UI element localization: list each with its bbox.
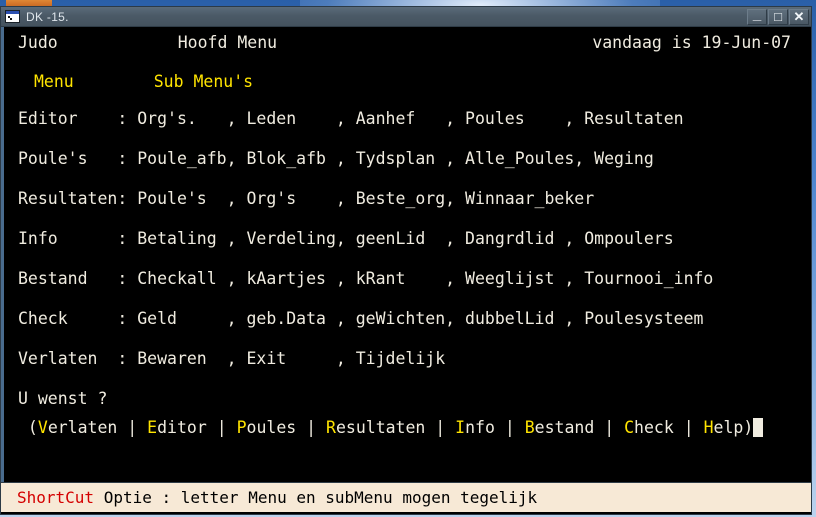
app-name: Judo: [18, 33, 58, 52]
page-title: Hoofd Menu: [177, 33, 278, 52]
menu-row[interactable]: Verlaten : Bewaren , Exit , Tijdelijk: [4, 339, 811, 379]
prompt-option-hotkey: E: [147, 418, 158, 437]
window-titlebar[interactable]: DK -15. _ □ ✕: [1, 7, 811, 27]
application-window: DK -15. _ □ ✕ Judo Hoofd Menu vandaag is 1…: [0, 6, 812, 515]
prompt-separator: |: [425, 418, 456, 437]
text-cursor: [753, 418, 764, 437]
column-header-submenu: Sub Menu's: [153, 72, 254, 91]
menu-grid: Editor : Org's. , Leden , Aanhef , Poule…: [4, 99, 811, 379]
maximize-icon: □: [774, 8, 782, 24]
prompt-separator: |: [206, 418, 237, 437]
status-shortcut-label: ShortCut: [17, 488, 95, 507]
menu-row[interactable]: Resultaten: Poule's , Org's , Beste_org,…: [4, 179, 811, 219]
prompt-options[interactable]: (Verlaten | Editor | Poules | Resultaten…: [4, 413, 811, 443]
prompt-option-estand[interactable]: Bestand: [525, 418, 595, 437]
prompt-option-hotkey: B: [524, 418, 535, 437]
prompt-option-label: nfo: [465, 418, 495, 437]
prompt-option-label: elp: [713, 418, 744, 437]
prompt-option-hotkey: I: [455, 418, 466, 437]
prompt-option-label: oules: [246, 418, 297, 437]
prompt-separator: |: [673, 418, 704, 437]
prompt-separator: |: [117, 418, 148, 437]
prompt-separator: |: [494, 418, 525, 437]
prompt-separator: |: [296, 418, 327, 437]
prompt-option-label: erlaten: [47, 418, 118, 437]
prompt-option-label: estand: [534, 418, 595, 437]
terminal-screen[interactable]: Judo Hoofd Menu vandaag is 19-Jun-07 Menu S…: [1, 27, 811, 482]
prompt-option-label: esultaten: [335, 418, 426, 437]
prompt-question: U wenst ?: [18, 389, 108, 408]
menu-row[interactable]: Bestand : Checkall , kAartjes , kRant , …: [4, 259, 811, 299]
prompt-option-ditor[interactable]: Editor: [147, 418, 207, 437]
screen-header: Judo Hoofd Menu vandaag is 19-Jun-07: [4, 27, 811, 59]
prompt-option-hotkey: P: [236, 418, 247, 437]
prompt-option-hotkey: R: [326, 418, 336, 437]
status-text: Optie : letter Menu en subMenu mogen teg…: [94, 488, 538, 507]
prompt-option-elp[interactable]: Help: [704, 418, 744, 437]
prompt-option-hotkey: H: [703, 418, 714, 437]
prompt-open-paren: (: [18, 418, 38, 437]
prompt-option-heck[interactable]: Check: [624, 418, 674, 437]
prompt-separator: |: [594, 418, 625, 437]
status-bar: ShortCut Optie : letter Menu en subMenu …: [1, 482, 811, 512]
column-header-menu: Menu: [34, 72, 74, 91]
prompt-option-label: ditor: [157, 418, 207, 437]
menu-row[interactable]: Info : Betaling , Verdeling, geenLid , D…: [4, 219, 811, 259]
prompt-option-oules[interactable]: Poules: [237, 418, 297, 437]
menu-row[interactable]: Check : Geld , geb.Data , geWichten, dub…: [4, 299, 811, 339]
minimize-icon: _: [752, 5, 762, 23]
prompt-option-hotkey: V: [37, 418, 48, 437]
console-icon: [5, 10, 20, 23]
prompt-option-esultaten[interactable]: Resultaten: [326, 418, 425, 437]
menu-row[interactable]: Poule's : Poule_afb, Blok_afb , Tydsplan…: [4, 139, 811, 179]
window-title: DK -15.: [26, 9, 69, 24]
menu-row[interactable]: Editor : Org's. , Leden , Aanhef , Poule…: [4, 99, 811, 139]
column-headers: Menu Sub Menu's: [4, 59, 811, 99]
prompt-block: U wenst ? (Verlaten | Editor | Poules | …: [4, 385, 811, 443]
prompt-option-label: heck: [634, 418, 674, 437]
prompt-option-erlaten[interactable]: Verlaten: [38, 418, 117, 437]
maximize-button[interactable]: □: [768, 8, 788, 25]
close-button[interactable]: ✕: [789, 8, 809, 25]
minimize-button[interactable]: _: [747, 5, 767, 25]
prompt-option-nfo[interactable]: Info: [455, 418, 495, 437]
date-label: vandaag is 19-Jun-07: [592, 33, 791, 52]
prompt-option-hotkey: C: [624, 418, 635, 437]
prompt-close-paren: ): [743, 418, 754, 437]
close-icon: ✕: [793, 8, 805, 24]
